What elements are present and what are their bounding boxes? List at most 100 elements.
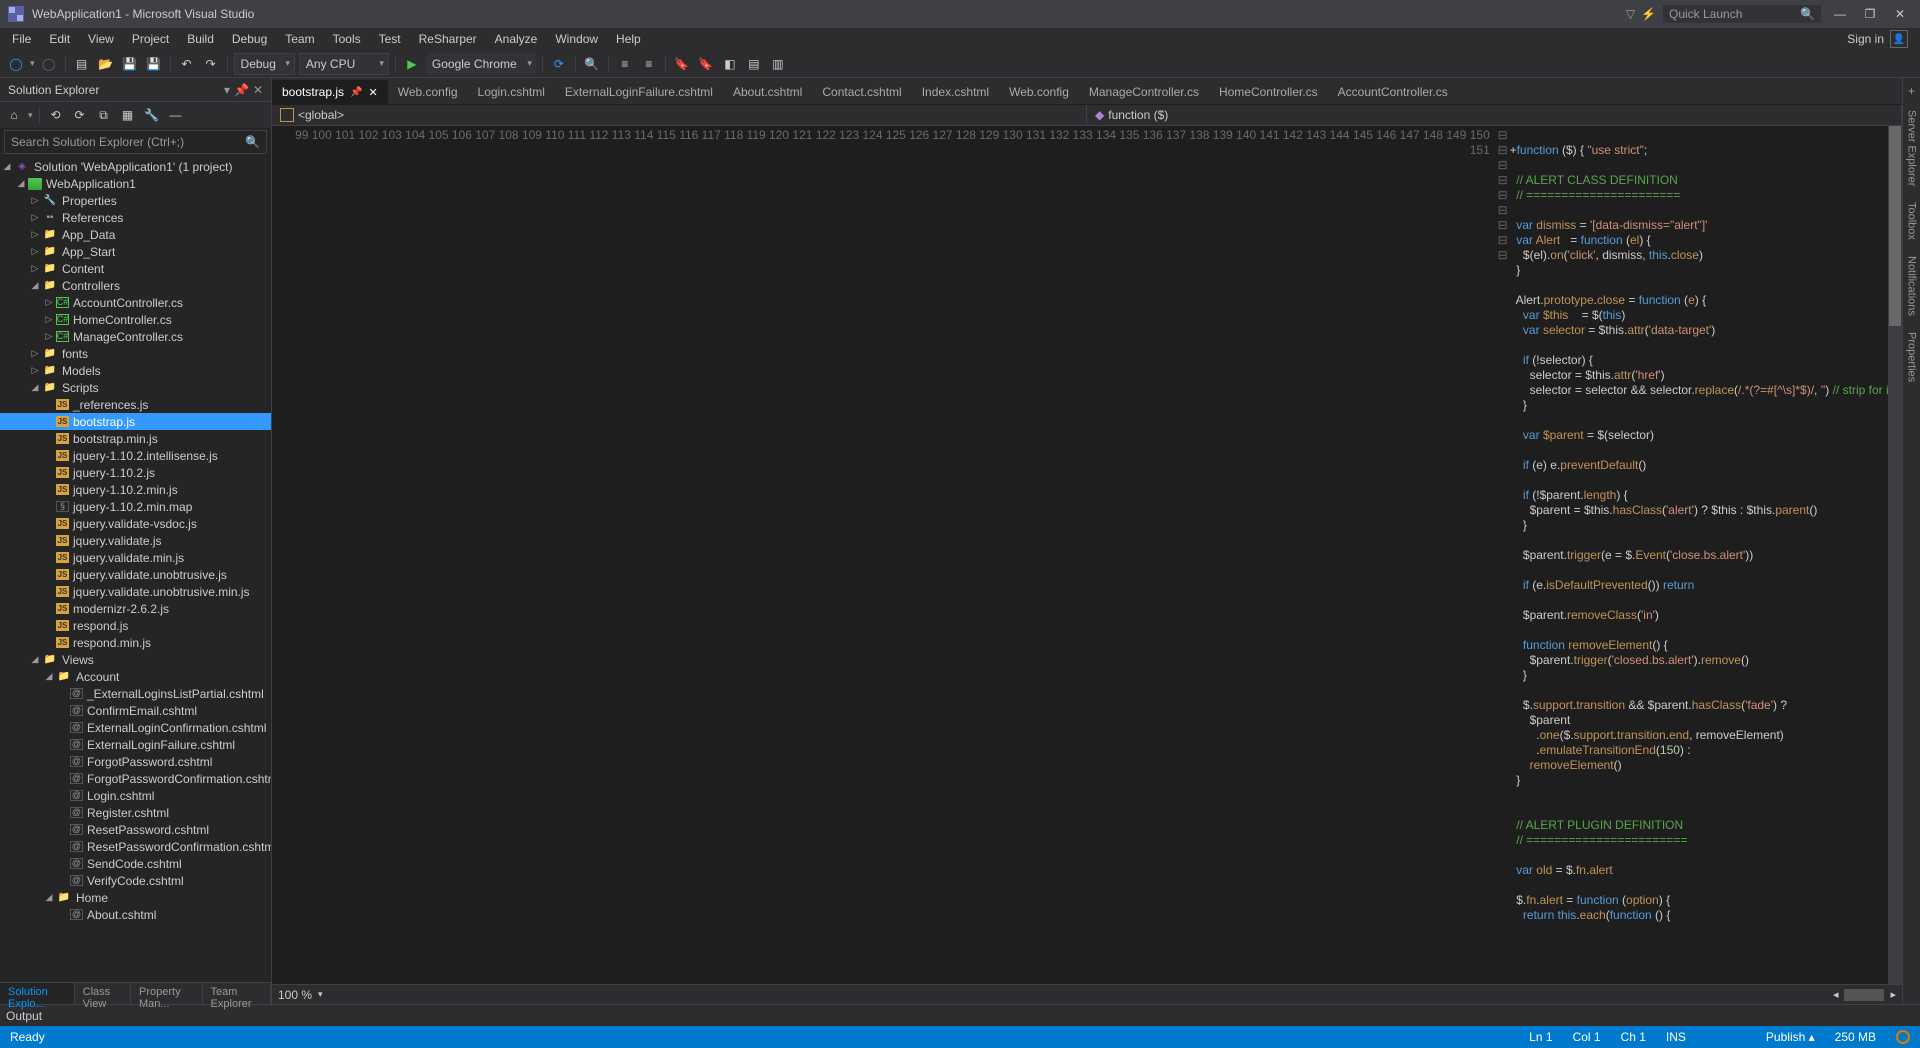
save-all-icon[interactable]: 💾 [144,54,164,74]
menu-tools[interactable]: Tools [325,30,369,48]
tree-item[interactable]: @ForgotPasswordConfirmation.cshtml [0,770,271,787]
collapse-icon[interactable]: ⧉ [94,105,114,125]
document-tab[interactable]: ExternalLoginFailure.cshtml [555,80,723,104]
tree-item[interactable]: JS_references.js [0,396,271,413]
save-icon[interactable]: 💾 [120,54,140,74]
tree-item[interactable]: JSjquery-1.10.2.js [0,464,271,481]
platform-dropdown[interactable]: Any CPU [299,53,389,75]
document-tab[interactable]: Web.config [999,80,1079,104]
tree-item[interactable]: ▷▪▪References [0,209,271,226]
tree-item[interactable]: @ExternalLoginFailure.cshtml [0,736,271,753]
tree-item[interactable]: JSmodernizr-2.6.2.js [0,600,271,617]
document-tab[interactable]: Index.cshtml [912,80,999,104]
tree-item[interactable]: @_ExternalLoginsListPartial.cshtml [0,685,271,702]
status-publish[interactable]: Publish ▴ [1766,1030,1815,1044]
redo-icon[interactable]: ↷ [201,54,221,74]
browser-dropdown[interactable]: Google Chrome [426,53,536,75]
add-panel-icon[interactable]: + [1908,84,1915,98]
document-tab[interactable]: Contact.cshtml [812,80,911,104]
expand-caret-icon[interactable]: ▷ [42,297,56,308]
tree-item[interactable]: ▷C#ManageController.cs [0,328,271,345]
uncomment-icon[interactable]: ≡ [639,54,659,74]
tree-item[interactable]: §jquery-1.10.2.min.map [0,498,271,515]
expand-caret-icon[interactable]: ▷ [28,195,42,206]
tree-item[interactable]: ◢📁Controllers [0,277,271,294]
expand-caret-icon[interactable]: ◢ [28,382,42,393]
open-file-icon[interactable]: 📂 [96,54,116,74]
expand-caret-icon[interactable]: ▷ [28,263,42,274]
tree-item[interactable]: ◢📁Scripts [0,379,271,396]
tree-item[interactable]: JSjquery.validate.unobtrusive.min.js [0,583,271,600]
menu-edit[interactable]: Edit [41,30,78,48]
tree-item[interactable]: @ExternalLoginConfirmation.cshtml [0,719,271,736]
document-tab[interactable]: About.cshtml [723,80,812,104]
restore-button[interactable]: ❐ [1858,7,1882,21]
bookmark-icon[interactable]: 🔖 [672,54,692,74]
tree-item[interactable]: @Login.cshtml [0,787,271,804]
undo-icon[interactable]: ↶ [177,54,197,74]
document-tab[interactable]: ManageController.cs [1079,80,1209,104]
tree-item[interactable]: @Register.cshtml [0,804,271,821]
close-tab-icon[interactable]: ✕ [369,86,378,99]
tree-item[interactable]: JSrespond.js [0,617,271,634]
pin-icon[interactable]: 📌 [234,83,249,97]
quick-launch-input[interactable]: Quick Launch 🔍 [1662,4,1822,24]
tree-item[interactable]: @ConfirmEmail.cshtml [0,702,271,719]
properties-icon[interactable]: 🔧 [142,105,162,125]
menu-build[interactable]: Build [179,30,222,48]
expand-caret-icon[interactable]: ▷ [28,348,42,359]
tree-item[interactable]: @ResetPassword.cshtml [0,821,271,838]
expand-caret-icon[interactable]: ▷ [28,246,42,257]
solution-search-input[interactable]: Search Solution Explorer (Ctrl+;) 🔍 [4,130,267,154]
panel-tab[interactable]: Class View [75,983,131,1004]
config-dropdown[interactable]: Debug [234,53,295,75]
tree-item[interactable]: JSbootstrap.js [0,413,271,430]
back-button[interactable]: ◯ [6,54,26,74]
panel-tab[interactable]: Solution Explo... [0,983,75,1004]
document-tab[interactable]: Login.cshtml [468,80,555,104]
expand-caret-icon[interactable]: ◢ [14,178,28,189]
expand-caret-icon[interactable]: ▷ [42,314,56,325]
bookmark-icon[interactable]: 🔖 [696,54,716,74]
tree-item[interactable]: JSjquery.validate.unobtrusive.js [0,566,271,583]
feedback-icon[interactable]: ⚡ [1641,7,1656,21]
show-all-icon[interactable]: ▦ [118,105,138,125]
menu-view[interactable]: View [80,30,122,48]
close-panel-icon[interactable]: ✕ [253,83,263,97]
refresh-icon[interactable]: ⟳ [549,54,569,74]
minimize-button[interactable]: — [1828,7,1852,21]
expand-caret-icon[interactable]: ▷ [28,365,42,376]
tree-item[interactable]: ◢WebApplication1 [0,175,271,192]
refresh-icon[interactable]: ⟳ [70,105,90,125]
nav-scope-dropdown[interactable]: <global> [272,105,1087,125]
menu-help[interactable]: Help [608,30,649,48]
expand-caret-icon[interactable]: ◢ [0,161,14,172]
tree-item[interactable]: @About.cshtml [0,906,271,923]
tree-item[interactable]: @SendCode.cshtml [0,855,271,872]
tree-item[interactable]: JSrespond.min.js [0,634,271,651]
tree-item[interactable]: @VerifyCode.cshtml [0,872,271,889]
menu-window[interactable]: Window [547,30,606,48]
code-editor[interactable]: 99 100 101 102 103 104 105 106 107 108 1… [272,126,1902,984]
pin-icon[interactable]: 📌 [350,87,362,98]
tree-item[interactable]: ▷📁Content [0,260,271,277]
autohide-icon[interactable]: ▾ [224,83,230,97]
user-icon[interactable]: 👤 [1890,30,1908,48]
nav-member-dropdown[interactable]: ◆ function ($) [1087,105,1902,125]
document-tab[interactable]: Web.config [388,80,468,104]
document-tab[interactable]: bootstrap.js📌✕ [272,80,388,104]
forward-button[interactable]: ◯ [39,54,59,74]
new-project-icon[interactable]: ▤ [72,54,92,74]
tree-item[interactable]: ▷🔧Properties [0,192,271,209]
tree-item[interactable]: ◢◈Solution 'WebApplication1' (1 project) [0,158,271,175]
side-panel-tab[interactable]: Properties [1904,328,1920,386]
tree-item[interactable]: ▷📁App_Start [0,243,271,260]
expand-caret-icon[interactable]: ▷ [42,331,56,342]
expand-caret-icon[interactable]: ◢ [28,280,42,291]
tree-item[interactable]: ▷📁Models [0,362,271,379]
menu-resharper[interactable]: ReSharper [411,30,485,48]
zoom-level[interactable]: 100 % [278,988,312,1002]
close-button[interactable]: ✕ [1888,7,1912,21]
tree-item[interactable]: ▷📁App_Data [0,226,271,243]
output-tab[interactable]: Output [6,1009,42,1023]
